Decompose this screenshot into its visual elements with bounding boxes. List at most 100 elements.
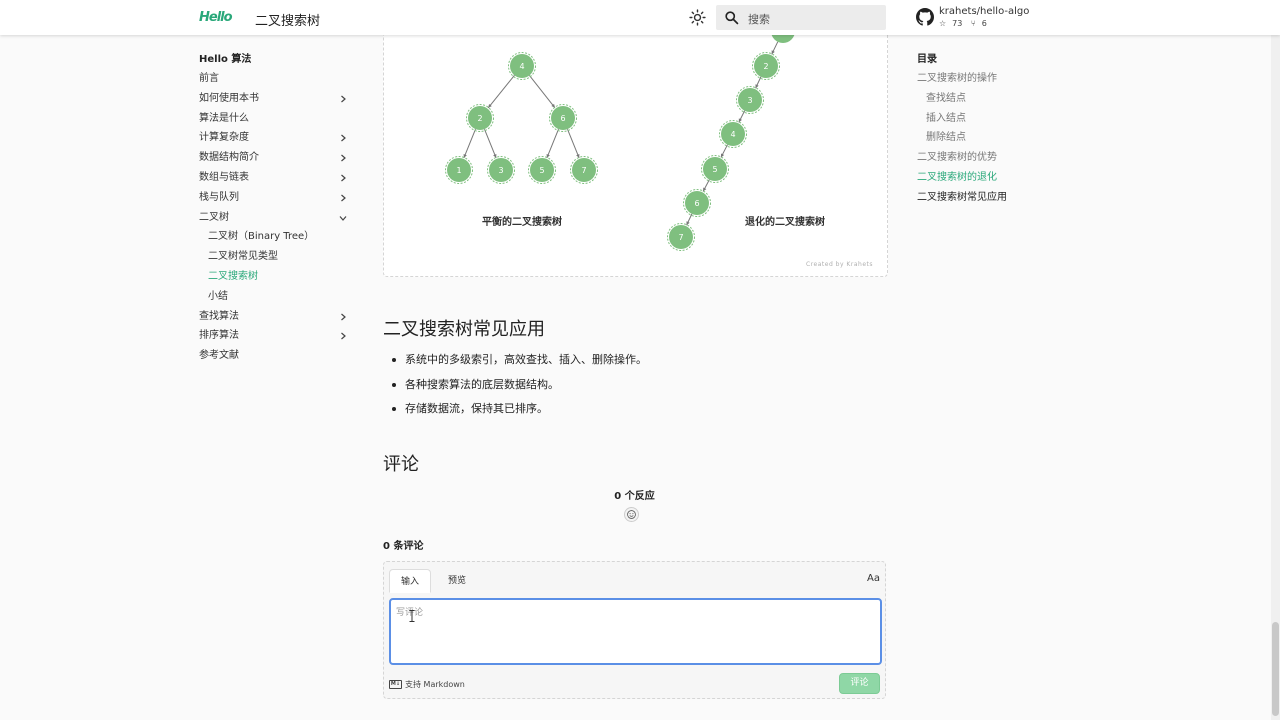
tree-node-label: 5	[539, 166, 544, 175]
chevron-right-icon[interactable]	[339, 95, 347, 103]
sidebar-item-label: 数据结构简介	[199, 152, 259, 164]
figure-credit: Created by Krahets	[806, 261, 873, 268]
sidebar-item-label: 小结	[208, 290, 228, 302]
comment-editor: 输入 预览 Aa M↓支持 Markdown 评论	[383, 561, 886, 699]
search-icon	[725, 11, 739, 25]
sidebar-item[interactable]: 数组与链表	[199, 171, 351, 191]
sidebar-item[interactable]: 二叉搜索树	[199, 270, 351, 290]
sidebar-item[interactable]: 二叉树常见类型	[199, 250, 351, 270]
bst-diagram: 4 2 6 1 3 5 7 2 3 4 5 6 7 平衡的二叉搜索树 退化的二叉搜索树	[445, 20, 825, 251]
sidebar-item-label: 二叉搜索树	[208, 270, 258, 282]
page-scrollbar[interactable]	[1271, 35, 1280, 720]
sidebar-item[interactable]: 查找算法	[199, 310, 351, 330]
repo-name: krahets/hello-algo	[939, 6, 1030, 17]
tab-write[interactable]: 输入	[389, 569, 431, 593]
tree-node-label: 4	[730, 130, 735, 139]
sidebar-item-label: 算法是什么	[199, 112, 249, 124]
sidebar-item[interactable]: 计算复杂度	[199, 131, 351, 151]
sidebar-item[interactable]: 算法是什么	[199, 112, 351, 132]
search-input[interactable]: 搜索	[716, 5, 886, 30]
text-cursor-icon	[409, 610, 415, 622]
tab-preview[interactable]: 预览	[437, 569, 477, 593]
tree-node-label: 1	[456, 166, 461, 175]
tree-node-label: 4	[519, 62, 524, 71]
sidebar-item[interactable]: 二叉树	[199, 211, 351, 231]
toc-title: 目录	[917, 54, 937, 65]
toc-item[interactable]: 二叉搜索树的退化	[917, 171, 1057, 191]
theme-toggle-sun-icon[interactable]	[689, 9, 706, 26]
tree-edge	[567, 128, 580, 159]
tree-node-label: 2	[763, 62, 768, 71]
markdown-hint-text: 支持 Markdown	[405, 680, 465, 689]
tree-node-label: 7	[581, 166, 586, 175]
github-icon	[916, 8, 934, 26]
toc-item[interactable]: 删除结点	[917, 131, 1057, 151]
tree-edge	[529, 75, 556, 109]
chevron-right-icon[interactable]	[339, 174, 347, 182]
toc-item[interactable]: 二叉搜索树的优势	[917, 151, 1057, 171]
search-placeholder: 搜索	[748, 13, 770, 26]
sidebar-item-label: 计算复杂度	[199, 132, 249, 144]
application-list: 系统中的多级索引，高效查找、插入、删除操作。 各种搜索算法的底层数据结构。 存储…	[392, 352, 647, 426]
list-item: 存储数据流，保持其已排序。	[392, 401, 647, 426]
tree-node-label: 5	[712, 165, 717, 174]
fork-count: 6	[981, 19, 987, 28]
tree-node-label: 3	[498, 166, 503, 175]
sidebar-item[interactable]: 二叉树（Binary Tree）	[199, 230, 351, 250]
markdown-support-link[interactable]: M↓ 支持 Markdown	[389, 679, 465, 690]
tree-node-label: 6	[560, 114, 565, 123]
balanced-caption: 平衡的二叉搜索树	[482, 215, 562, 228]
comment-input[interactable]	[389, 598, 882, 665]
nav-title[interactable]: Hello 算法	[199, 52, 351, 72]
sidebar-item[interactable]: 参考文献	[199, 349, 351, 369]
list-item: 系统中的多级索引，高效查找、插入、删除操作。	[392, 352, 647, 377]
sidebar-item-label: 参考文献	[199, 350, 239, 362]
toc-item[interactable]: 二叉搜索树常见应用	[917, 191, 1057, 211]
toc-item[interactable]: 插入结点	[917, 112, 1057, 132]
sidebar-item[interactable]: 排序算法	[199, 329, 351, 349]
text-format-button[interactable]: Aa	[867, 573, 880, 584]
add-reaction-button[interactable]	[624, 507, 639, 522]
star-count: 73	[952, 19, 963, 28]
tree-node-label: 2	[477, 114, 482, 123]
sidebar-item-label: 数组与链表	[199, 171, 249, 183]
tree-edge	[463, 128, 476, 159]
tree-node-label: 6	[694, 199, 699, 208]
bst-figure: 4 2 6 1 3 5 7 2 3 4 5 6 7 平衡的二叉搜索树 退化的二叉搜索树 Created by…	[383, 20, 888, 277]
chevron-right-icon[interactable]	[339, 313, 347, 321]
github-repo-link[interactable]: krahets/hello-algo ☆ 73 ⑂ 6	[916, 6, 1056, 30]
sidebar-item[interactable]: 数据结构简介	[199, 151, 351, 171]
chevron-right-icon[interactable]	[339, 332, 347, 340]
sidebar-item[interactable]: 前言	[199, 72, 351, 92]
site-logo[interactable]: Hello	[199, 9, 233, 26]
chevron-right-icon[interactable]	[339, 194, 347, 202]
toc-item[interactable]: 二叉搜索树的操作	[917, 72, 1057, 92]
scrollbar-thumb[interactable]	[1272, 622, 1279, 716]
sidebar-item-label: 二叉树常见类型	[208, 251, 278, 263]
list-item: 各种搜索算法的底层数据结构。	[392, 377, 647, 402]
chevron-right-icon[interactable]	[339, 154, 347, 162]
chevron-down-icon[interactable]	[339, 214, 347, 222]
table-of-contents: 目录 二叉搜索树的操作 查找结点 插入结点 删除结点 二叉搜索树的优势 二叉搜索树的退化二…	[917, 52, 1057, 211]
degenerate-caption: 退化的二叉搜索树	[745, 215, 825, 228]
toc-item[interactable]: 查找结点	[917, 92, 1057, 112]
sidebar-item-label: 前言	[199, 73, 219, 84]
tree-node-label: 7	[678, 233, 683, 242]
sidebar-item-label: 二叉树（Binary Tree）	[208, 231, 315, 243]
sidebar-nav: Hello 算法 前言如何使用本书 算法是什么计算复杂度数据结构简介 数组与链表栈与…	[199, 52, 351, 369]
sidebar-item[interactable]: 如何使用本书	[199, 92, 351, 112]
top-header: Hello 二叉搜索树 搜索 krahets/hello-algo ☆ 73 ⑂ 6	[0, 0, 1280, 35]
sidebar-item[interactable]: 栈与队列	[199, 191, 351, 211]
submit-comment-button[interactable]: 评论	[839, 673, 880, 694]
page-title: 二叉搜索树	[255, 14, 321, 29]
tree-edge	[484, 128, 497, 159]
sidebar-item-label: 查找算法	[199, 310, 239, 322]
sidebar-item-label: 栈与队列	[199, 191, 239, 203]
star-icon: ☆	[939, 19, 947, 28]
comment-count: 0 条评论	[383, 541, 424, 552]
sidebar-item-label: 如何使用本书	[199, 92, 259, 104]
chevron-right-icon[interactable]	[339, 134, 347, 142]
tree-node-label: 3	[747, 96, 752, 105]
reactions-count: 0 个反应	[614, 491, 655, 502]
sidebar-item[interactable]: 小结	[199, 290, 351, 310]
